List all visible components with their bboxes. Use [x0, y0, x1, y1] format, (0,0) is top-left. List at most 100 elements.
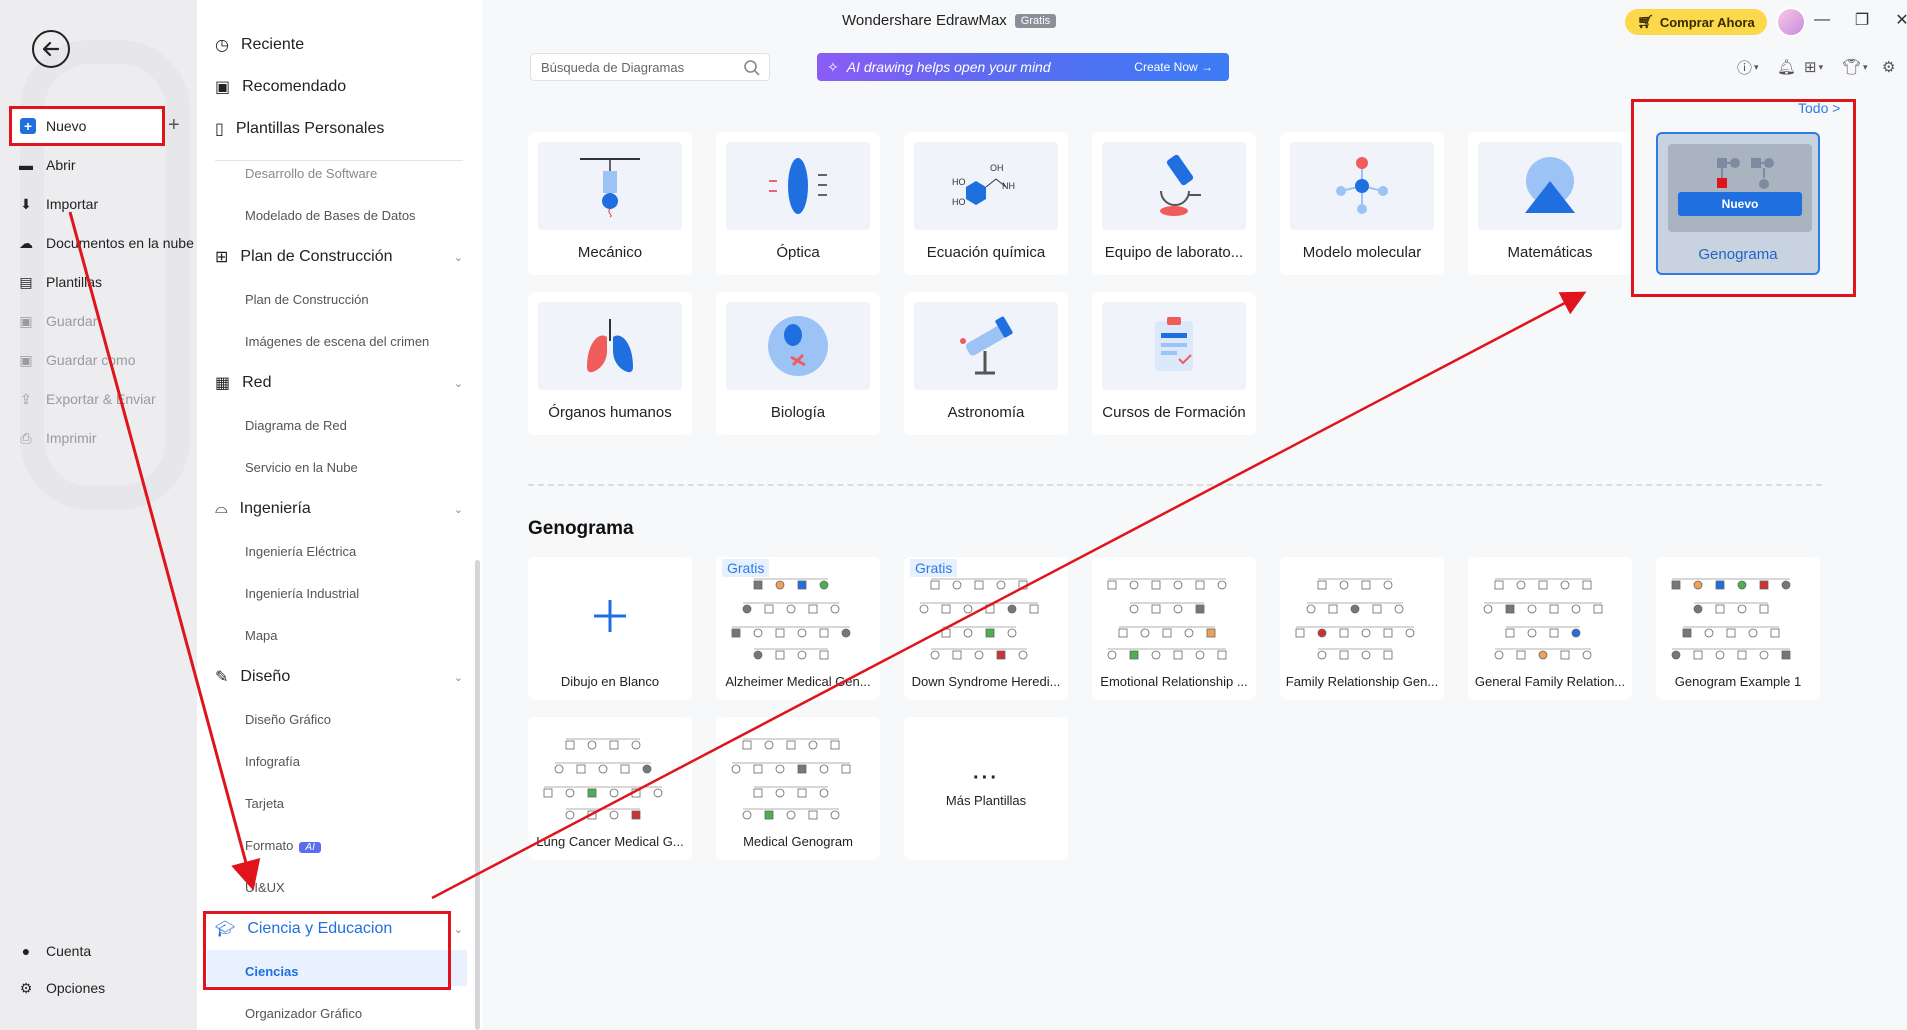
add-icon[interactable]: + [168, 114, 180, 137]
template-blank[interactable]: Dibujo en Blanco [528, 557, 692, 700]
telescope-icon [914, 302, 1058, 390]
category-sub[interactable]: Imágenes de escena del crimen [245, 334, 429, 349]
create-now-link[interactable]: Create Now → [1134, 60, 1213, 74]
template-card[interactable]: Emotional Relationship ... [1092, 557, 1256, 700]
clipboard-icon [1102, 302, 1246, 390]
template-card[interactable]: Gratis Down Syndrome Heredi... [904, 557, 1068, 700]
export-icon: ⇪ [20, 390, 32, 407]
back-button[interactable] [32, 30, 70, 68]
card-cursos-formacion[interactable]: Cursos de Formación [1092, 292, 1256, 435]
template-label: Medical Genogram [743, 834, 853, 849]
avatar[interactable] [1776, 7, 1806, 37]
free-badge: Gratis [910, 559, 958, 577]
rail-item-plantillas[interactable]: ▤ Plantillas [18, 269, 102, 295]
buy-now-button[interactable]: 🛒︎ Comprar Ahora [1625, 9, 1767, 35]
template-preview [1286, 563, 1438, 668]
template-more[interactable]: ··· Más Plantillas [904, 717, 1068, 860]
microscope-icon [1102, 142, 1246, 230]
category-sub[interactable]: Ingeniería Eléctrica [245, 544, 356, 559]
pendulum-icon [538, 142, 682, 230]
rail-item-cuenta[interactable]: ● Cuenta [18, 938, 91, 964]
category-sub[interactable]: Plan de Construcción [245, 292, 369, 307]
restore-icon[interactable]: ❐ [1852, 10, 1872, 30]
template-card[interactable]: General Family Relation... [1468, 557, 1632, 700]
rail-item-label: Cuenta [46, 943, 92, 959]
template-card[interactable]: Family Relationship Gen... [1280, 557, 1444, 700]
category-sub[interactable]: Infografía [245, 754, 300, 769]
save-icon: ▣ [19, 312, 33, 329]
category-sub-formato[interactable]: Formato AI [245, 838, 321, 853]
scrollbar[interactable] [475, 560, 480, 1030]
category-sub[interactable]: Modelado de Bases de Datos [245, 208, 416, 223]
ai-badge: AI [299, 842, 321, 853]
templates-icon: ▤ [19, 273, 33, 290]
chevron-down-icon: ⌄ [453, 251, 463, 264]
rail-item-opciones[interactable]: ⚙ Opciones [18, 975, 105, 1001]
card-astronomia[interactable]: Astronomía [904, 292, 1068, 435]
minimize-icon[interactable]: — [1812, 10, 1832, 30]
template-card[interactable]: Medical Genogram [716, 717, 880, 860]
card-equipo-laboratorio[interactable]: Equipo de laborato... [1092, 132, 1256, 275]
rail-item-label: Documentos en la nube [46, 235, 194, 251]
ai-banner[interactable]: ✧ AI drawing helps open your mind Create… [817, 53, 1229, 81]
rail-item-exportar[interactable]: ⇪ Exportar & Enviar [18, 386, 156, 412]
user-icon: ● [21, 943, 31, 959]
category-sub[interactable]: Organizador Gráfico [245, 1006, 362, 1021]
category-construccion[interactable]: ⊞ Plan de Construcción ⌄ [215, 242, 475, 272]
template-card[interactable]: Genogram Example 1 [1656, 557, 1820, 700]
template-preview [1474, 563, 1626, 668]
card-organos-humanos[interactable]: Órganos humanos [528, 292, 692, 435]
template-card[interactable]: Lung Cancer Medical G... [528, 717, 692, 860]
card-label: Ecuación química [926, 244, 1046, 261]
help-icon[interactable]: ⓘ ▾ [1737, 57, 1759, 77]
section-title: Genograma [528, 518, 634, 539]
template-card[interactable]: Gratis Alzheimer Medical Gen... [716, 557, 880, 700]
network-icon: ▦ [215, 375, 231, 392]
category-sub[interactable]: Servicio en la Nube [245, 460, 358, 475]
print-icon: ⎙ [20, 429, 32, 446]
card-optica[interactable]: Óptica [716, 132, 880, 275]
rail-item-abrir[interactable]: ▬ Abrir [18, 152, 76, 178]
rail-item-guardar-como[interactable]: ▣ Guardar como [18, 347, 135, 373]
category-sub[interactable]: UI&UX [245, 880, 285, 895]
template-label: Genogram Example 1 [1674, 674, 1802, 689]
search-input[interactable]: Búsqueda de Diagramas [530, 53, 770, 81]
close-icon[interactable]: ✕ [1892, 10, 1907, 30]
category-sub[interactable]: Desarrollo de Software [245, 166, 377, 181]
category-reciente[interactable]: ◷ Reciente [215, 30, 475, 60]
category-personales[interactable]: ▯ Plantillas Personales [215, 114, 475, 144]
category-sub[interactable]: Ingeniería Industrial [245, 586, 359, 601]
category-sub[interactable]: Mapa [245, 628, 278, 643]
card-matematicas[interactable]: Matemáticas [1468, 132, 1632, 275]
category-recomendado[interactable]: ▣ Recomendado [215, 72, 475, 102]
category-diseno[interactable]: ✎ Diseño ⌄ [215, 662, 475, 692]
template-label: Dibujo en Blanco [560, 674, 660, 689]
card-ecuacion-quimica[interactable]: HO HO OH NH Ecuación química [904, 132, 1068, 275]
rail-item-guardar[interactable]: ▣ Guardar [18, 308, 97, 334]
card-biologia[interactable]: Biología [716, 292, 880, 435]
category-ingenieria[interactable]: ⌓ Ingeniería ⌄ [215, 494, 475, 524]
section-divider [528, 484, 1822, 486]
rail-item-importar[interactable]: ⬇ Importar [18, 191, 98, 217]
chevron-down-icon: ⌄ [453, 671, 463, 684]
card-mecanico[interactable]: Mecánico [528, 132, 692, 275]
template-label: Lung Cancer Medical G... [536, 834, 684, 849]
building-icon: ⊞ [215, 249, 229, 266]
template-preview [910, 563, 1062, 668]
import-icon: ⬇ [20, 195, 32, 212]
shirt-icon[interactable]: 👕︎ ▾ [1842, 57, 1868, 77]
ai-banner-text: AI drawing helps open your mind [846, 59, 1051, 75]
card-modelo-molecular[interactable]: Modelo molecular [1280, 132, 1444, 275]
rail-item-cloud[interactable]: ☁ Documentos en la nube [18, 230, 194, 256]
template-label: Emotional Relationship ... [1100, 674, 1248, 689]
category-sub[interactable]: Tarjeta [245, 796, 284, 811]
chevron-down-icon: ⌄ [453, 923, 463, 936]
category-sub[interactable]: Diagrama de Red [245, 418, 347, 433]
annotation-box-ciencia [203, 911, 451, 990]
rail-item-imprimir[interactable]: ⎙ Imprimir [18, 425, 96, 451]
category-sub[interactable]: Diseño Gráfico [245, 712, 331, 727]
apps-icon[interactable]: ⊞ ▾ [1804, 57, 1823, 77]
settings-icon[interactable]: ⚙ [1882, 57, 1895, 77]
category-red[interactable]: ▦ Red ⌄ [215, 368, 475, 398]
bell-icon[interactable]: 🔔︎ [1777, 57, 1796, 77]
